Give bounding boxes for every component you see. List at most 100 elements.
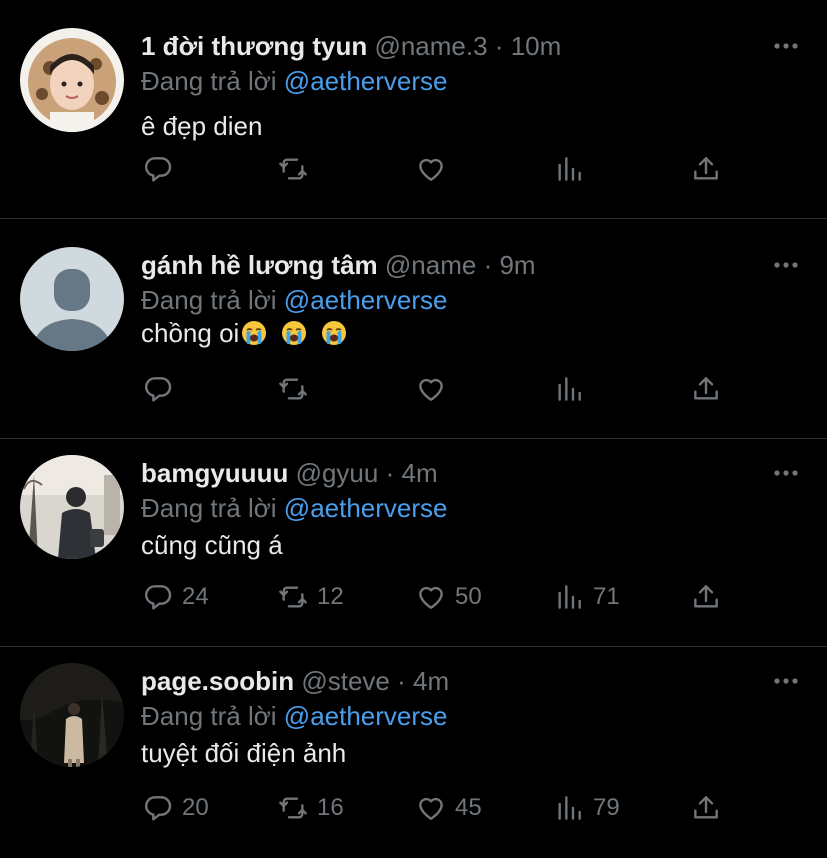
views-button[interactable] [553, 151, 593, 187]
tweet-header: bamgyuuuu @gyuu · 4m [141, 457, 438, 489]
avatar[interactable] [20, 28, 124, 132]
like-button[interactable] [415, 151, 455, 187]
separator-dot: · [397, 666, 406, 696]
views-chart-icon [558, 796, 581, 820]
display-name[interactable]: page.soobin [141, 666, 294, 696]
retweet-button[interactable]: 12 [277, 579, 344, 615]
reply-tweet[interactable]: page.soobin @steve · 4m Đang trả lời @ae… [0, 647, 827, 858]
heart-icon [419, 586, 443, 609]
heart-icon [419, 797, 443, 820]
replying-to: Đang trả lời @aetherverse [141, 284, 448, 316]
action-bar: 24 12 50 71 [0, 579, 827, 615]
reply-button[interactable] [142, 151, 182, 187]
retweet-count: 16 [317, 794, 344, 821]
views-button[interactable]: 71 [553, 579, 620, 615]
like-count: 45 [455, 794, 482, 821]
mention-link[interactable]: @aetherverse [284, 701, 448, 731]
tweet-text: chồng oi [141, 317, 347, 349]
timestamp[interactable]: 4m [413, 666, 449, 696]
avatar[interactable] [20, 455, 124, 559]
more-dots-icon[interactable] [773, 673, 799, 684]
separator-dot: · [385, 458, 395, 488]
like-button[interactable]: 50 [415, 579, 482, 615]
replying-to-label: Đang trả lời [141, 701, 277, 731]
handle[interactable]: @name [385, 250, 476, 280]
retweet-icon [279, 158, 307, 180]
share-button[interactable] [690, 371, 722, 407]
retweet-count: 12 [317, 583, 344, 610]
views-count: 79 [593, 794, 620, 821]
retweet-icon [279, 378, 307, 400]
more-dots-icon[interactable] [773, 257, 799, 268]
tweet-text: ê đẹp dien [141, 111, 263, 141]
retweet-button[interactable] [277, 151, 317, 187]
reply-icon [144, 585, 172, 610]
retweet-button[interactable]: 16 [277, 790, 344, 826]
handle[interactable]: @name.3 [374, 31, 487, 61]
display-name[interactable]: 1 đời thương tyun [141, 31, 367, 61]
more-dots-icon[interactable] [773, 38, 799, 49]
mention-link[interactable]: @aetherverse [284, 66, 448, 96]
reply-icon [144, 796, 172, 821]
replying-to: Đang trả lời @aetherverse [141, 700, 448, 732]
loudly-crying-face-emoji [322, 321, 347, 345]
separator-dot: · [483, 250, 493, 280]
reply-tweet[interactable]: gánh hề lương tâm @name · 9m Đang trả lờ… [0, 219, 827, 439]
heart-icon [419, 378, 443, 401]
tweet-text: cũng cũng á [141, 530, 283, 560]
avatar[interactable] [20, 247, 124, 351]
views-count: 71 [593, 583, 620, 610]
handle[interactable]: @gyuu [296, 458, 379, 488]
share-icon [694, 585, 718, 608]
mention-link[interactable]: @aetherverse [284, 285, 448, 315]
timestamp[interactable]: 4m [402, 458, 438, 488]
loudly-crying-face-emoji [282, 321, 307, 345]
display-name[interactable]: bamgyuuuu [141, 458, 288, 488]
reply-tweet[interactable]: bamgyuuuu @gyuu · 4m Đang trả lời @aethe… [0, 439, 827, 647]
replying-to-label: Đang trả lời [141, 493, 277, 523]
timestamp[interactable]: 10m [511, 31, 562, 61]
views-chart-icon [558, 585, 581, 609]
reply-count: 20 [182, 794, 209, 821]
replying-to-label: Đang trả lời [141, 66, 277, 96]
reply-button[interactable]: 24 [142, 579, 209, 615]
tweet-header: 1 đời thương tyun @name.3 · 10m [141, 30, 561, 62]
timestamp[interactable]: 9m [499, 250, 535, 280]
more-dots-icon[interactable] [773, 465, 799, 476]
tweet-header: gánh hề lương tâm @name · 9m [141, 249, 536, 281]
share-icon [694, 796, 718, 819]
action-bar: 20 16 45 79 [0, 790, 827, 826]
reply-button[interactable]: 20 [142, 790, 209, 826]
retweet-icon [279, 797, 307, 819]
reply-button[interactable] [142, 371, 182, 407]
separator-dot: · [494, 31, 504, 61]
avatar[interactable] [20, 663, 124, 767]
retweet-button[interactable] [277, 371, 317, 407]
views-chart-icon [558, 157, 581, 181]
reply-icon [144, 377, 172, 402]
views-chart-icon [558, 377, 581, 401]
views-button[interactable]: 79 [553, 790, 620, 826]
tweet-header: page.soobin @steve · 4m [141, 665, 449, 697]
share-icon [694, 157, 718, 180]
share-button[interactable] [690, 151, 722, 187]
like-count: 50 [455, 583, 482, 610]
reply-tweet[interactable]: 1 đời thương tyun @name.3 · 10m Đang trả… [0, 0, 827, 219]
action-bar [0, 151, 827, 187]
loudly-crying-face-emoji [242, 321, 267, 345]
share-button[interactable] [690, 579, 722, 615]
tweet-text-content: chồng oi [141, 318, 240, 348]
mention-link[interactable]: @aetherverse [284, 493, 448, 523]
display-name[interactable]: gánh hề lương tâm [141, 250, 378, 280]
share-button[interactable] [690, 790, 722, 826]
views-button[interactable] [553, 371, 593, 407]
reply-icon [144, 157, 172, 182]
handle[interactable]: @steve [301, 666, 390, 696]
heart-icon [419, 158, 443, 181]
tweet-text: tuyệt đối điện ảnh [141, 738, 347, 768]
replying-to-label: Đang trả lời [141, 285, 277, 315]
like-button[interactable] [415, 371, 455, 407]
like-button[interactable]: 45 [415, 790, 482, 826]
retweet-icon [279, 586, 307, 608]
replying-to: Đang trả lời @aetherverse [141, 492, 448, 524]
